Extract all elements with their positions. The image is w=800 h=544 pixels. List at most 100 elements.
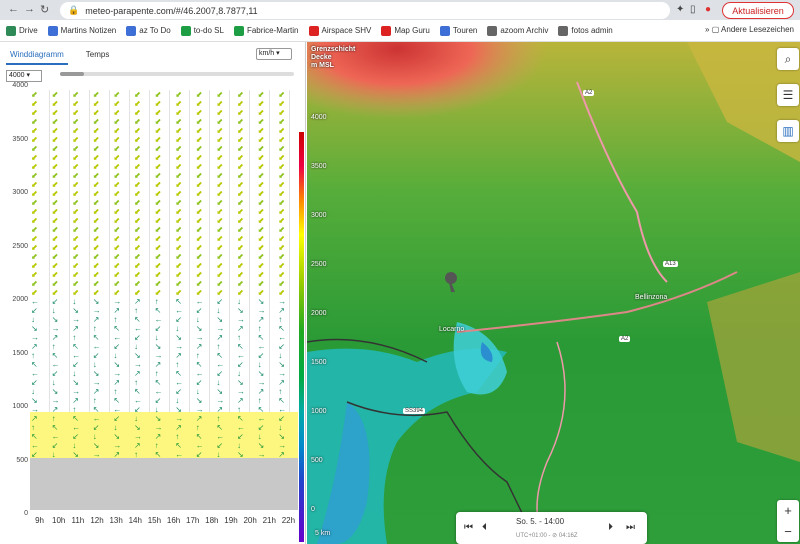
step-forward-icon[interactable]: ⏵ <box>608 522 613 533</box>
bookmark-item[interactable]: Drive <box>6 25 38 36</box>
altitude-select[interactable]: 4000 ▾ <box>6 70 42 82</box>
wind-cell: ⬋ <box>112 153 132 162</box>
bookmark-item[interactable]: Map Guru <box>381 25 430 36</box>
chart-button[interactable]: ▥ <box>777 120 799 142</box>
wind-arrow-icon: ⬋ <box>154 117 162 126</box>
slider-handle[interactable] <box>60 72 84 76</box>
wind-arrow-icon: ⬋ <box>113 288 121 297</box>
plus-icon: + <box>784 503 792 518</box>
wind-arrow-icon: ↑ <box>72 333 77 342</box>
reload-icon[interactable]: ↻ <box>40 3 49 16</box>
wind-cell: ↘ <box>71 306 91 315</box>
terrain-map[interactable] <box>307 42 800 544</box>
wind-arrow-icon: ↑ <box>195 351 200 360</box>
tab-temps[interactable]: Temps <box>82 46 114 65</box>
wind-cell: ⬋ <box>112 234 132 243</box>
wind-cell: → <box>215 396 235 405</box>
wind-cell: ← <box>257 414 277 423</box>
wind-arrow-icon: ↗ <box>113 306 121 315</box>
time-range-slider[interactable] <box>60 72 294 76</box>
bookmark-item[interactable]: to-do SL <box>180 25 224 36</box>
wind-arrow-icon: ⬋ <box>175 90 182 99</box>
wind-arrow-icon: ↙ <box>175 315 182 324</box>
wind-arrow-icon: → <box>278 297 287 306</box>
wind-arrow-icon: ⬋ <box>257 279 265 288</box>
bookmark-item[interactable]: azoom Archiv <box>487 25 548 36</box>
sidebar-icon[interactable]: ▯ <box>690 4 696 15</box>
wind-cell: ⬋ <box>92 288 112 297</box>
step-back-icon[interactable]: ⏴ <box>482 522 487 533</box>
wind-cell: ← <box>195 297 215 306</box>
wind-arrow-icon: ⬋ <box>257 243 265 252</box>
extensions-icon[interactable]: ✦ <box>676 4 684 15</box>
hour-label: 18h <box>205 516 219 525</box>
bookmark-item[interactable]: fotos admin <box>558 25 613 36</box>
skip-back-icon[interactable]: ⏮ <box>464 522 473 533</box>
tab-winddiagramm[interactable]: Winddiagramm <box>6 46 68 65</box>
wind-arrow-icon: ← <box>216 360 225 369</box>
wind-cell: ⬋ <box>133 243 153 252</box>
wind-cell: ⬋ <box>154 108 174 117</box>
wind-cell: ↘ <box>236 450 256 459</box>
skip-forward-icon[interactable]: ⏭ <box>626 522 635 533</box>
wind-arrow-icon: ↘ <box>195 324 203 333</box>
back-icon[interactable]: ← <box>8 3 19 15</box>
wind-arrow-icon: ← <box>237 351 245 360</box>
wind-arrow-icon: ⬋ <box>278 243 285 252</box>
wind-cell: ← <box>92 414 112 423</box>
wind-cell: ⬋ <box>154 162 174 171</box>
wind-cell: ⬋ <box>174 180 194 189</box>
other-bookmarks[interactable]: » ▢ Andere Lesezeichen <box>705 25 794 34</box>
wind-arrow-icon: ↑ <box>216 342 221 351</box>
wind-arrow-icon: ⬋ <box>72 189 79 198</box>
zoom-in-button[interactable]: + <box>777 500 799 521</box>
wind-cell: ⬋ <box>154 261 174 270</box>
bookmark-item[interactable]: Martins Notizen <box>47 25 116 36</box>
address-bar[interactable]: 🔒 meteo-parapente.com/#/46.2007,8.7877,11 <box>60 2 670 19</box>
wind-cell: ⬋ <box>277 108 297 117</box>
bookmark-item[interactable]: Fabrice-Martin <box>233 25 299 36</box>
wind-arrow-icon: ⬋ <box>257 162 265 171</box>
bookmark-item[interactable]: Airspace SHV <box>308 25 371 36</box>
wind-cell: ⬋ <box>154 234 174 243</box>
wind-cell: ⬋ <box>236 90 256 99</box>
map-view[interactable]: Grenzschicht Decke m MSL 4000 3500 3000 2500 2… <box>307 42 800 544</box>
bookmark-item[interactable]: az To Do <box>126 25 171 36</box>
hour-label: 17h <box>186 516 200 525</box>
wind-arrow-icon: → <box>31 333 39 342</box>
wind-arrow-icon: ↓ <box>134 414 138 423</box>
wind-arrow-icon: ↙ <box>216 369 224 378</box>
wind-arrow-icon: ⬋ <box>216 135 224 144</box>
zoom-out-button[interactable]: − <box>777 521 799 542</box>
wind-cell: ⬋ <box>92 243 112 252</box>
forward-icon[interactable]: → <box>24 3 35 15</box>
profile-icon[interactable]: ● <box>705 4 711 15</box>
wind-arrow-icon: ⬋ <box>195 270 203 279</box>
wind-arrow-icon: ⬋ <box>257 270 265 279</box>
wind-arrow-icon: ⬋ <box>31 99 38 108</box>
wind-arrow-icon: ⬋ <box>257 234 265 243</box>
wind-arrow-icon: ↖ <box>31 432 38 441</box>
wind-arrow-icon: ↙ <box>31 450 38 459</box>
wind-arrow-icon: ⬋ <box>134 162 141 171</box>
wind-cell: ⬋ <box>30 144 50 153</box>
wind-cell: ⬋ <box>112 171 132 180</box>
wind-cell: ← <box>51 360 71 369</box>
wind-cell: ⬋ <box>51 171 71 180</box>
bookmark-item[interactable]: Touren <box>439 25 477 36</box>
update-button[interactable]: Aktualisieren <box>722 2 794 19</box>
wind-arrow-icon: ↓ <box>154 405 159 414</box>
wind-arrow-icon: ⬋ <box>51 207 59 216</box>
hour-label: 16h <box>166 516 181 525</box>
wind-arrow-icon: ⬋ <box>175 234 182 243</box>
wind-arrow-icon: ⬋ <box>237 117 244 126</box>
search-button[interactable]: ⌕ <box>777 48 799 70</box>
unit-select[interactable]: km/h ▾ <box>256 48 292 60</box>
wind-arrow-icon: ⬋ <box>216 216 224 225</box>
settings-button[interactable]: ☰ <box>777 84 799 106</box>
wind-arrow-icon: ⬋ <box>113 90 121 99</box>
map-label-a13: A13 <box>663 261 678 267</box>
wind-arrow-icon: ⬋ <box>51 108 59 117</box>
wind-cell: ⬋ <box>215 234 235 243</box>
bookmark-label: to-do SL <box>193 26 224 35</box>
